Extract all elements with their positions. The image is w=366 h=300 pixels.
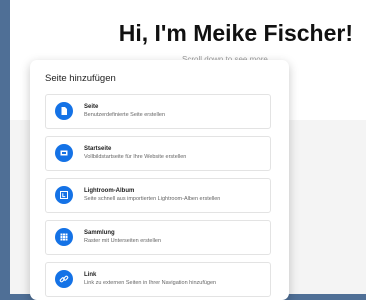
- option-title: Lightroom-Album: [84, 188, 135, 194]
- lightroom-icon: [55, 186, 73, 204]
- page-heading: Hi, I'm Meike Fischer!: [118, 20, 353, 46]
- dialog-title: Seite hinzufügen: [45, 73, 116, 84]
- option-description: Vollbildstartseite für Ihre Website erst…: [84, 154, 187, 160]
- option-title: Seite: [84, 104, 99, 110]
- option-description: Benutzerdefinierte Seite erstellen: [84, 112, 166, 118]
- option-landing-page[interactable]: Startseite Vollbildstartseite für Ihre W…: [45, 136, 271, 171]
- landing-page-icon: [55, 144, 73, 162]
- option-title: Startseite: [84, 146, 112, 152]
- option-description: Seite schnell aus importierten Lightroom…: [84, 196, 221, 202]
- grid-icon: [55, 228, 73, 246]
- option-title: Link: [84, 272, 97, 278]
- add-page-dialog: Seite hinzufügen Seite Benutzerdefiniert…: [30, 60, 289, 300]
- page-icon: [55, 102, 73, 120]
- option-collection[interactable]: Sammlung Raster mit Unterseiten erstelle…: [45, 220, 271, 255]
- option-description: Link zu externen Seiten in Ihrer Navigat…: [84, 280, 217, 286]
- option-link[interactable]: Link Link zu externen Seiten in Ihrer Na…: [45, 262, 271, 297]
- option-lightroom-album[interactable]: Lightroom-Album Seite schnell aus import…: [45, 178, 271, 213]
- option-description: Raster mit Unterseiten erstellen: [84, 238, 162, 244]
- option-title: Sammlung: [84, 230, 115, 236]
- option-page[interactable]: Seite Benutzerdefinierte Seite erstellen: [45, 94, 271, 129]
- link-icon: [55, 270, 73, 288]
